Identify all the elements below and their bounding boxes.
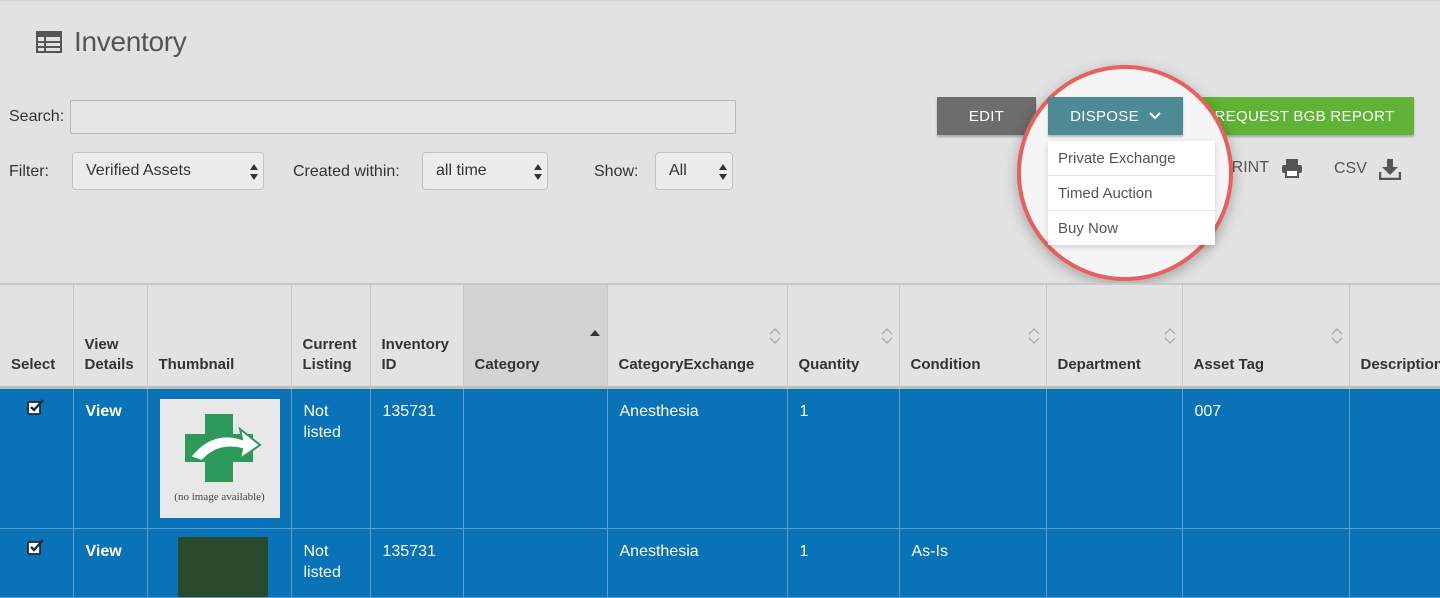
print-button[interactable]: PRINT (1221, 158, 1303, 178)
department-cell (1046, 387, 1183, 529)
checkbox-checked-icon[interactable] (27, 398, 45, 415)
asset-tag-cell: 007 (1182, 387, 1350, 529)
column-header-description: Description (1349, 283, 1440, 389)
filter-select[interactable]: Verified Assets (72, 152, 264, 190)
top-border (0, 0, 1440, 1)
column-header-thumbnail: Thumbnail (147, 283, 292, 389)
no-image-caption: (no image available) (174, 490, 265, 503)
select-arrows-icon (534, 164, 542, 180)
dispose-button-label: DISPOSE (1070, 107, 1139, 125)
thumbnail-cell[interactable]: (no image available) (147, 387, 292, 529)
inventory-id-cell: 135731 (370, 387, 464, 529)
download-icon (1378, 159, 1401, 180)
listing-cell: Not listed (291, 528, 371, 598)
view-details-link[interactable]: View (73, 387, 148, 529)
sort-icon[interactable] (769, 327, 781, 345)
chevron-down-icon (1149, 112, 1161, 120)
quantity-cell: 1 (787, 528, 900, 598)
checkbox-checked-icon[interactable] (27, 538, 45, 555)
condition-cell (899, 387, 1047, 529)
sort-icon[interactable] (1164, 327, 1176, 345)
description-cell (1349, 528, 1440, 598)
page-title-text: Inventory (74, 26, 187, 57)
product-thumbnail[interactable] (177, 536, 268, 597)
sort-icon[interactable] (1028, 327, 1040, 345)
column-header-view-details: View Details (73, 283, 148, 389)
edit-button-label: EDIT (968, 107, 1005, 125)
select-arrows-icon (250, 164, 258, 180)
table-row[interactable]: View Not listed 135731 Anesthesia 1 As-I… (0, 528, 1440, 598)
sort-icon[interactable] (1331, 327, 1343, 345)
column-header-condition[interactable]: Condition (899, 283, 1047, 389)
quantity-cell: 1 (787, 387, 900, 529)
show-select-value: All (669, 162, 687, 179)
request-bgb-report-button[interactable]: REQUEST BGB REPORT (1195, 97, 1414, 135)
sort-ascending-icon[interactable] (589, 327, 601, 345)
thumbnail-cell[interactable] (147, 528, 292, 598)
category-exchange-cell: Anesthesia (607, 387, 788, 529)
medical-cross-icon (184, 413, 262, 482)
column-header-asset-tag[interactable]: Asset Tag (1182, 283, 1350, 389)
created-within-label: Created within: (293, 163, 400, 180)
dispose-button[interactable]: DISPOSE (1048, 97, 1183, 135)
description-cell (1349, 387, 1440, 529)
show-label: Show: (594, 163, 639, 180)
column-header-category-exchange[interactable]: CategoryExchange (607, 283, 788, 389)
department-cell (1046, 528, 1183, 598)
sort-icon[interactable] (881, 327, 893, 345)
filter-label: Filter: (9, 163, 49, 180)
menu-item-private-exchange[interactable]: Private Exchange (1048, 141, 1215, 176)
show-select[interactable]: All (655, 152, 733, 190)
table-icon (36, 31, 62, 53)
menu-item-timed-auction[interactable]: Timed Auction (1048, 176, 1215, 211)
csv-button[interactable]: CSV (1334, 158, 1401, 180)
category-cell (463, 387, 608, 529)
csv-label: CSV (1334, 160, 1367, 177)
select-cell[interactable] (0, 387, 74, 529)
search-input[interactable] (70, 100, 736, 134)
created-within-select[interactable]: all time (422, 152, 548, 190)
table-header-row: Select View Details Thumbnail Current Li… (0, 283, 1440, 389)
column-header-inventory-id: Inventory ID (370, 283, 464, 389)
page-title: Inventory (36, 26, 187, 58)
select-cell[interactable] (0, 528, 74, 598)
printer-icon (1282, 159, 1302, 178)
edit-button[interactable]: EDIT (937, 97, 1036, 135)
column-header-department[interactable]: Department (1046, 283, 1183, 389)
request-bgb-report-label: REQUEST BGB REPORT (1214, 107, 1395, 125)
column-header-category[interactable]: Category (463, 283, 608, 389)
column-header-quantity[interactable]: Quantity (787, 283, 900, 389)
dispose-dropdown-menu: Private Exchange Timed Auction Buy Now (1048, 141, 1215, 245)
inventory-table: Select View Details Thumbnail Current Li… (0, 283, 1440, 598)
column-header-current-listing: Current Listing (291, 283, 371, 389)
category-cell (463, 528, 608, 598)
inventory-id-cell: 135731 (370, 528, 464, 598)
table-row[interactable]: View (no image available) Not listed 135… (0, 387, 1440, 529)
view-details-link[interactable]: View (73, 528, 148, 598)
created-within-value: all time (436, 162, 487, 179)
search-label: Search: (9, 108, 65, 125)
menu-item-buy-now[interactable]: Buy Now (1048, 211, 1215, 245)
no-image-placeholder[interactable]: (no image available) (159, 398, 280, 518)
column-header-select: Select (0, 283, 74, 389)
filter-select-value: Verified Assets (86, 162, 191, 179)
select-arrows-icon (719, 164, 727, 180)
asset-tag-cell (1182, 528, 1350, 598)
category-exchange-cell: Anesthesia (607, 528, 788, 598)
condition-cell: As-Is (899, 528, 1047, 598)
listing-cell: Not listed (291, 387, 371, 529)
